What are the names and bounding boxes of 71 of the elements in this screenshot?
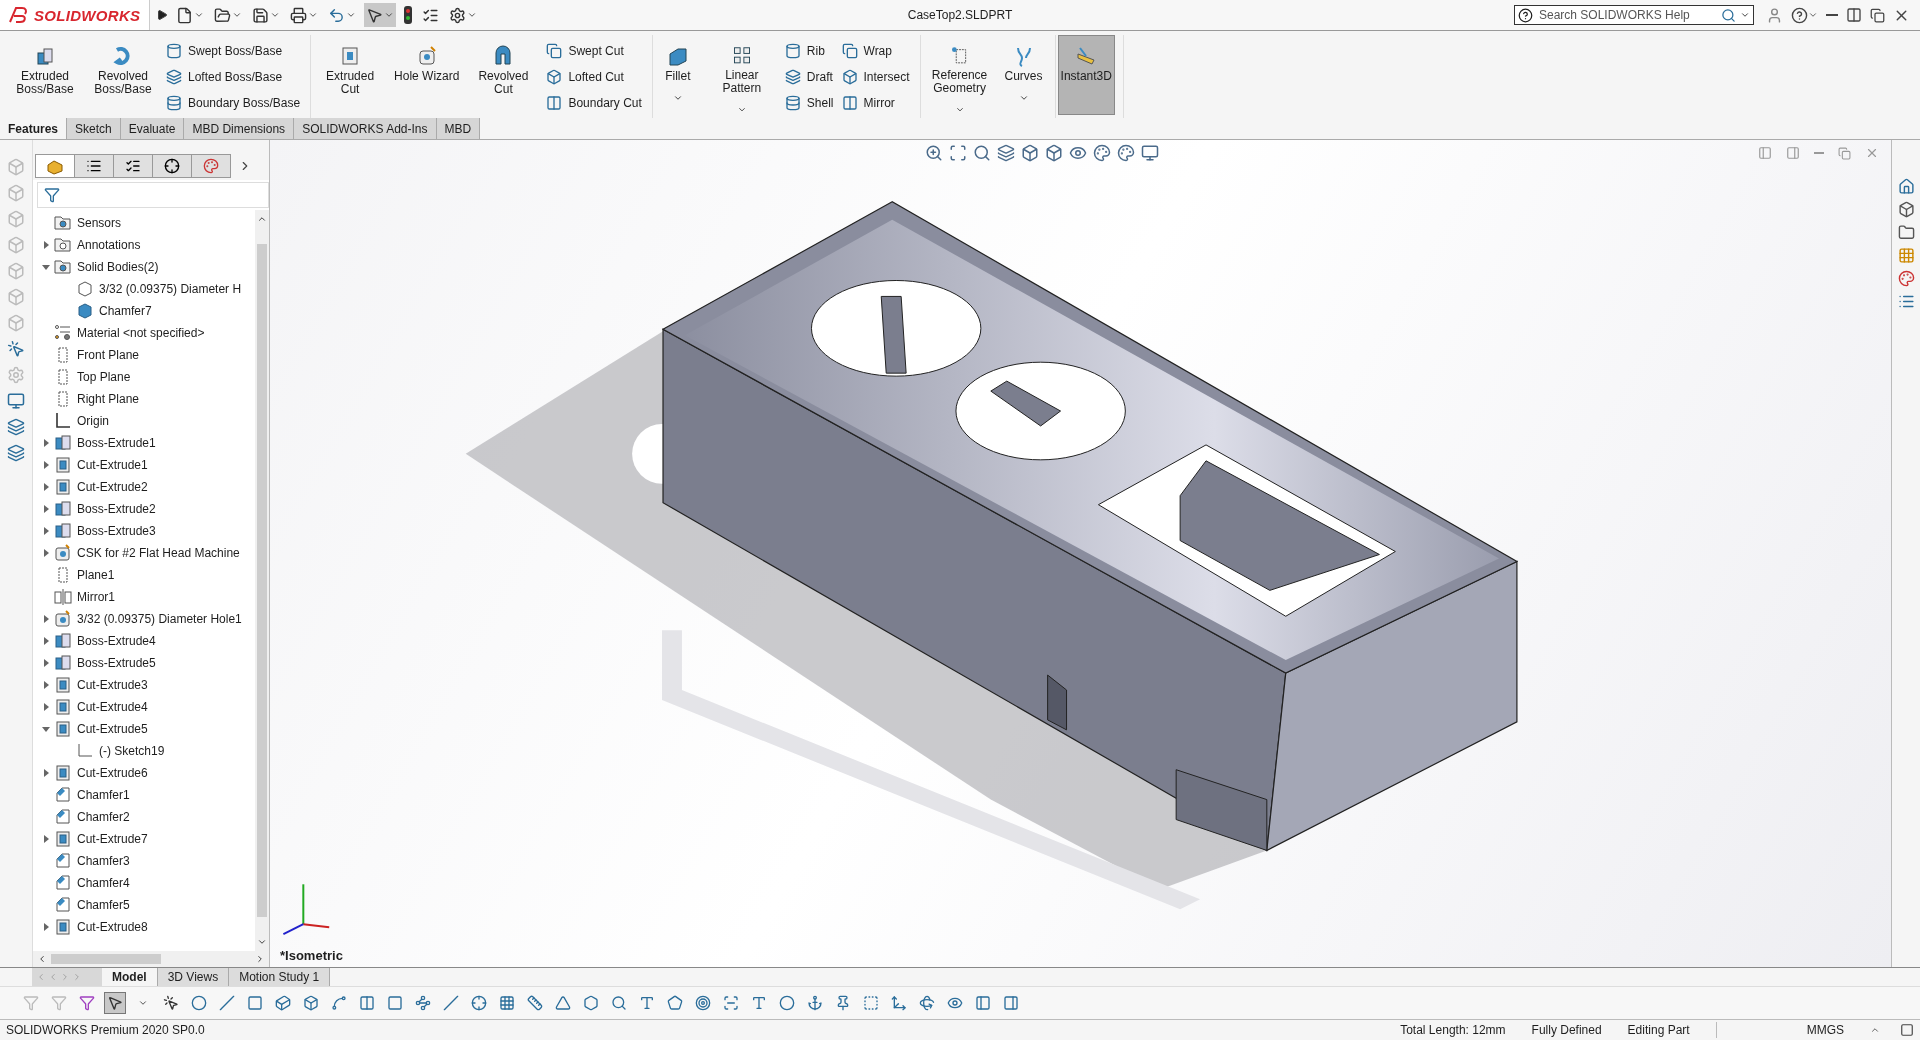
- tree-item-label[interactable]: Cut-Extrude3: [77, 678, 148, 692]
- tree-item-label[interactable]: Solid Bodies(2): [77, 260, 159, 274]
- tree-item-label[interactable]: 3/32 (0.09375) Diameter H: [99, 282, 242, 296]
- ribbon-button[interactable]: Hole Wizard: [391, 35, 463, 115]
- ribbon-button[interactable]: Shell: [782, 91, 836, 114]
- tree-item-label[interactable]: Chamfer2: [77, 810, 130, 824]
- tree-item-label[interactable]: Cut-Extrude6: [77, 766, 148, 780]
- model-tab[interactable]: Motion Study 1: [229, 968, 331, 986]
- tree-item-label[interactable]: Top Plane: [77, 370, 131, 384]
- app-logo: SOLIDWORKS: [0, 0, 150, 30]
- tree-item-label[interactable]: Cut-Extrude7: [77, 832, 148, 846]
- units-label[interactable]: MMGS: [1806, 1023, 1844, 1037]
- tree-item-label[interactable]: Front Plane: [77, 348, 140, 362]
- command-tab[interactable]: MBD: [436, 118, 481, 139]
- tree-item-label[interactable]: Cut-Extrude1: [77, 458, 148, 472]
- window-title: CaseTop2.SLDPRT: [907, 8, 1013, 22]
- tree-item-label[interactable]: Boss-Extrude2: [77, 502, 156, 516]
- product-version: SOLIDWORKS Premium 2020 SP0.0: [6, 1023, 205, 1037]
- ribbon-button[interactable]: Extruded Boss/Base: [8, 35, 82, 115]
- ribbon-button[interactable]: Reference Geometry: [922, 35, 997, 115]
- tree-item-label[interactable]: Right Plane: [77, 392, 140, 406]
- status-field: Total Length: 12mm: [1400, 1023, 1506, 1037]
- ribbon-button[interactable]: Swept Boss/Base: [164, 39, 303, 62]
- tree-item-label[interactable]: CSK for #2 Flat Head Machine: [77, 546, 240, 560]
- tree-item-label[interactable]: Boss-Extrude3: [77, 524, 156, 538]
- tree-item-label[interactable]: Boss-Extrude1: [77, 436, 156, 450]
- ribbon-button[interactable]: Curves: [1000, 35, 1047, 115]
- ribbon-button[interactable]: Extruded Cut: [313, 35, 388, 115]
- command-tab[interactable]: MBD Dimensions: [184, 118, 295, 139]
- ribbon-button[interactable]: Revolved Cut: [466, 35, 541, 115]
- ribbon-button[interactable]: Instant3D: [1057, 35, 1115, 115]
- ribbon-button[interactable]: Wrap: [839, 39, 912, 62]
- ribbon-button[interactable]: Lofted Boss/Base: [164, 65, 303, 88]
- tree-item-label[interactable]: Chamfer1: [77, 788, 130, 802]
- tree-item-label[interactable]: Annotations: [77, 238, 141, 252]
- status-field: Editing Part: [1627, 1023, 1690, 1037]
- tree-item-label[interactable]: Boss-Extrude4: [77, 634, 156, 648]
- tree-item-label[interactable]: Material <not specified>: [77, 326, 205, 340]
- tree-item-label[interactable]: Chamfer5: [77, 898, 130, 912]
- tree-item-label[interactable]: Cut-Extrude4: [77, 700, 148, 714]
- tree-item-label[interactable]: Boss-Extrude5: [77, 656, 156, 670]
- tree-item-label[interactable]: Sensors: [77, 216, 122, 230]
- ribbon-button[interactable]: Lofted Cut: [544, 65, 644, 88]
- command-tab[interactable]: Evaluate: [120, 118, 185, 139]
- status-field: Fully Defined: [1531, 1023, 1602, 1037]
- tree-item-label[interactable]: Chamfer3: [77, 854, 130, 868]
- ribbon-button[interactable]: Swept Cut: [544, 39, 644, 62]
- ribbon-button[interactable]: Intersect: [839, 65, 912, 88]
- command-tab[interactable]: SOLIDWORKS Add-Ins: [294, 118, 437, 139]
- tree-item-label[interactable]: Mirror1: [77, 590, 115, 604]
- ribbon-button[interactable]: Linear Pattern: [704, 35, 779, 115]
- tree-item-label[interactable]: Cut-Extrude2: [77, 480, 148, 494]
- tree-item-label[interactable]: Cut-Extrude5: [77, 722, 148, 736]
- command-tab[interactable]: Sketch: [67, 118, 121, 139]
- tree-item-label[interactable]: 3/32 (0.09375) Diameter Hole1: [77, 612, 242, 626]
- ribbon-button[interactable]: Rib: [782, 39, 836, 62]
- ribbon-button[interactable]: Boundary Cut: [544, 91, 644, 114]
- model-tab[interactable]: 3D Views: [157, 968, 230, 986]
- help-search-field[interactable]: Search SOLIDWORKS Help: [1514, 5, 1754, 25]
- tree-item-label[interactable]: (-) Sketch19: [99, 744, 165, 758]
- ribbon-button[interactable]: Mirror: [839, 91, 912, 114]
- tree-item-label[interactable]: Plane1: [77, 568, 115, 582]
- tree-item-label[interactable]: Chamfer7: [99, 304, 152, 318]
- ribbon-button[interactable]: Draft: [782, 65, 836, 88]
- ribbon-button[interactable]: Revolved Boss/Base: [86, 35, 160, 115]
- ribbon-button[interactable]: Fillet: [654, 35, 701, 115]
- tree-item-label[interactable]: Chamfer4: [77, 876, 130, 890]
- tree-item-label[interactable]: Origin: [77, 414, 109, 428]
- ribbon-button[interactable]: Boundary Boss/Base: [164, 91, 303, 114]
- tree-item-label[interactable]: Cut-Extrude8: [77, 920, 148, 934]
- view-orientation-label: *Isometric: [280, 948, 343, 963]
